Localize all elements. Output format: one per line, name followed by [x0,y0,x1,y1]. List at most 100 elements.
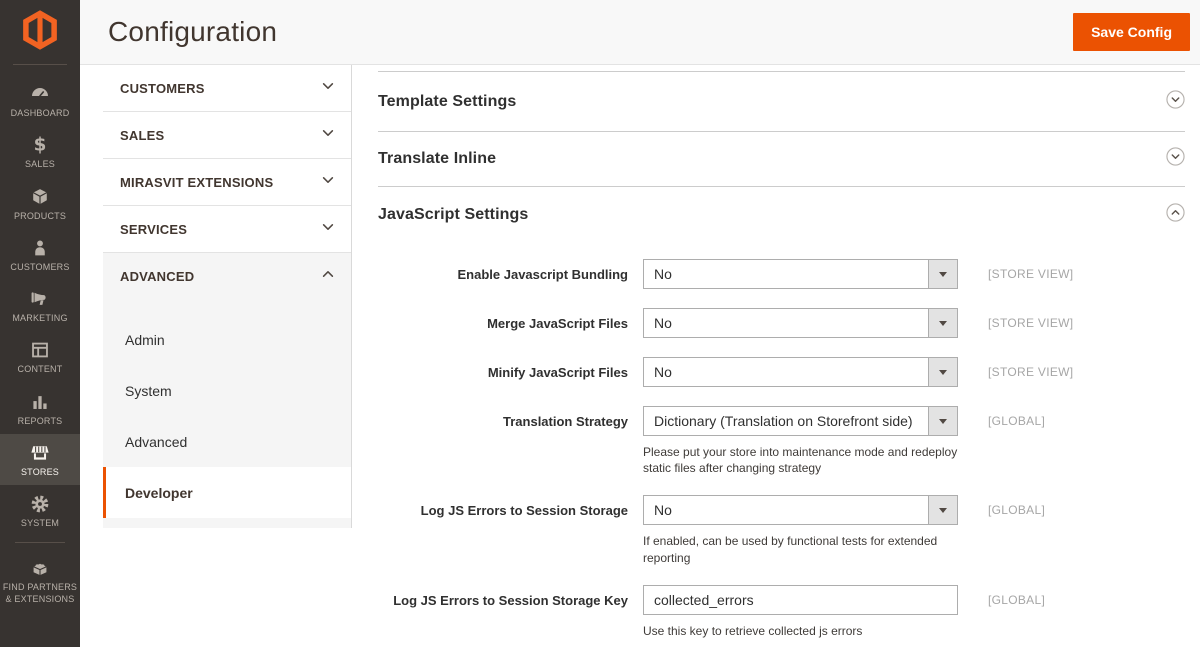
select-arrow-icon[interactable] [928,358,957,386]
scope-label: [STORE VIEW] [988,365,1074,379]
field-log-js-errors-session-storage-key: Log JS Errors to Session Storage Key Use… [378,584,1185,639]
field-note: Please put your store into maintenance m… [643,445,958,476]
sidebar-item-label: SALES [24,159,56,170]
config-subitem-admin[interactable]: Admin [103,314,351,365]
content-icon [2,339,78,361]
scope-label: [STORE VIEW] [988,316,1074,330]
main-sidebar: DASHBOARD $ SALES PRODUCTS CUSTOMERS MAR… [0,0,80,647]
save-config-button[interactable]: Save Config [1073,13,1190,51]
select-value: No [654,364,672,380]
main-nav: DASHBOARD $ SALES PRODUCTS CUSTOMERS MAR… [0,65,80,612]
chevron-down-icon [321,79,335,98]
chevron-down-icon [321,173,335,192]
sales-icon: $ [2,134,78,156]
collapse-chevron-down-icon[interactable] [1166,89,1185,114]
sidebar-item-label: FIND PARTNERS & EXTENSIONS [2,582,78,604]
page-title: Configuration [108,16,278,47]
session-storage-key-input[interactable] [643,584,958,615]
sidebar-item-label: MARKETING [12,313,68,323]
config-section-label: ADVANCED [120,269,195,284]
section-translate-inline[interactable]: Translate Inline [378,132,1185,187]
sidebar-item-marketing[interactable]: MARKETING [0,280,80,331]
sidebar-item-content[interactable]: CONTENT [0,331,80,382]
enable-javascript-bundling-select[interactable]: No [643,259,958,289]
scope-label: [STORE VIEW] [988,267,1074,281]
select-value: Dictionary (Translation on Storefront si… [654,413,913,429]
config-section-sales[interactable]: SALES [103,112,351,159]
select-arrow-icon[interactable] [928,309,957,337]
config-section-label: SALES [120,127,165,143]
sidebar-divider [15,542,65,544]
field-label: Log JS Errors to Session Storage Key [393,592,628,608]
config-subitem-system[interactable]: System [103,365,351,416]
config-section-label: MIRASVIT EXTENSIONS [120,174,274,190]
config-section-services[interactable]: SERVICES [103,206,351,253]
field-label: Log JS Errors to Session Storage [420,503,628,519]
field-note: If enabled, can be used by functional te… [643,534,938,565]
field-label: Enable Javascript Bundling [457,267,629,282]
customers-icon [2,237,78,259]
sidebar-item-products[interactable]: PRODUCTS [0,178,80,229]
field-merge-javascript-files: Merge JavaScript Files No [STORE VIEW] [378,308,1185,338]
chevron-down-icon [321,126,335,145]
sidebar-item-label: STORES [20,466,60,477]
minify-javascript-files-select[interactable]: No [643,357,958,387]
config-subitem-developer[interactable]: Developer [103,467,351,518]
sidebar-item-find-partners[interactable]: FIND PARTNERS & EXTENSIONS [0,549,80,612]
field-minify-javascript-files: Minify JavaScript Files No [STORE VIEW] [378,357,1185,387]
config-section-mirasvit-extensions[interactable]: MIRASVIT EXTENSIONS [103,159,351,206]
collapse-chevron-up-icon[interactable] [1166,202,1185,227]
magento-logo-icon [18,8,62,57]
config-subitem-label: Developer [125,484,193,501]
sidebar-item-system[interactable]: SYSTEM [0,485,80,536]
translation-strategy-select[interactable]: Dictionary (Translation on Storefront si… [643,406,958,436]
magento-admin-app: DASHBOARD $ SALES PRODUCTS CUSTOMERS MAR… [0,0,1200,647]
marketing-icon [2,288,78,310]
select-arrow-icon[interactable] [928,260,957,288]
config-section-label: SERVICES [120,221,188,237]
log-js-errors-select[interactable]: No [643,495,958,526]
field-label: Minify JavaScript Files [487,365,628,380]
field-label: Translation Strategy [503,414,628,429]
field-enable-javascript-bundling: Enable Javascript Bundling No [STORE VIE… [378,259,1185,289]
system-icon [2,493,78,515]
config-content: Template Settings Translate Inline JavaS… [378,65,1185,647]
chevron-down-icon [321,220,335,239]
config-section-advanced[interactable]: ADVANCED [103,253,351,300]
merge-javascript-files-select[interactable]: No [643,308,958,338]
chevron-up-icon [321,267,335,286]
collapse-chevron-down-icon[interactable] [1166,147,1185,171]
sidebar-item-dashboard[interactable]: DASHBOARD [0,75,80,126]
config-subitem-label: System [125,382,172,399]
svg-text:$: $ [34,135,47,156]
javascript-settings-form: Enable Javascript Bundling No [STORE VIE… [378,242,1185,639]
select-value: No [654,315,672,331]
select-value: No [654,502,672,519]
find-partners-icon [2,557,78,579]
dashboard-icon [2,83,78,105]
section-title: JavaScript Settings [378,205,529,223]
field-note: Use this key to retrieve collected js er… [643,623,863,638]
products-icon [2,186,78,208]
sidebar-item-label: CONTENT [17,364,63,375]
config-section-label: CUSTOMERS [120,80,205,96]
scope-label: [GLOBAL] [988,414,1046,428]
config-section-customers[interactable]: CUSTOMERS [103,65,351,112]
select-arrow-icon[interactable] [928,407,957,435]
sidebar-item-stores[interactable]: STORES [0,433,80,485]
magento-logo[interactable] [0,0,80,64]
field-label: Merge JavaScript Files [487,316,628,331]
section-template-settings[interactable]: Template Settings [378,72,1185,132]
sidebar-item-sales[interactable]: $ SALES [0,126,80,177]
advanced-submenu: Admin System Advanced Developer [103,300,351,528]
sidebar-item-reports[interactable]: REPORTS [0,383,80,434]
sidebar-item-label: CUSTOMERS [10,261,70,272]
field-log-js-errors-to-session-storage: Log JS Errors to Session Storage No If e… [378,495,1185,565]
sidebar-item-customers[interactable]: CUSTOMERS [0,229,80,280]
field-translation-strategy: Translation Strategy Dictionary (Transla… [378,406,1185,476]
sidebar-item-label: REPORTS [17,415,63,426]
section-javascript-settings[interactable]: JavaScript Settings [378,187,1185,242]
config-subitem-advanced[interactable]: Advanced [103,416,351,467]
config-subitem-label: Admin [125,331,165,348]
select-arrow-icon[interactable] [928,496,957,525]
